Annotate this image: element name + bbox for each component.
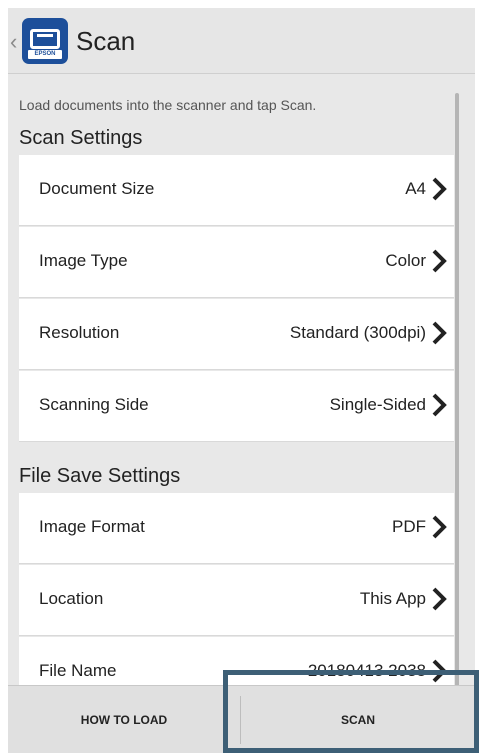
setting-value: This App xyxy=(359,589,426,608)
setting-label: Image Type xyxy=(39,251,128,270)
chevron-right-icon xyxy=(432,321,447,345)
settings-content: Load documents into the scanner and tap … xyxy=(8,75,475,685)
scan-screen: ‹ EPSON Scan Load documents into the sca… xyxy=(8,8,475,753)
chevron-right-icon xyxy=(432,177,447,201)
setting-value: PDF xyxy=(392,517,426,536)
setting-label: Resolution xyxy=(39,323,120,342)
setting-label: Location xyxy=(39,589,104,608)
scanner-icon xyxy=(30,29,60,49)
setting-row-resolution[interactable]: Resolution Standard (300dpi) xyxy=(19,299,454,370)
epson-scan-app-icon: EPSON xyxy=(22,18,68,64)
app-header: ‹ EPSON Scan xyxy=(8,8,475,74)
page-title: Scan xyxy=(76,26,136,56)
scan-button-highlight xyxy=(223,670,479,753)
file-save-settings-heading: File Save Settings xyxy=(19,465,181,487)
chevron-right-icon xyxy=(432,515,447,539)
setting-row-document-size[interactable]: Document Size A4 xyxy=(19,155,454,226)
setting-value: Standard (300dpi) xyxy=(289,323,426,342)
setting-row-location[interactable]: Location This App xyxy=(19,565,454,636)
scan-settings-heading: Scan Settings xyxy=(19,127,143,149)
setting-value: Single-Sided xyxy=(329,395,426,414)
setting-value: A4 xyxy=(405,179,426,198)
chevron-right-icon xyxy=(432,393,447,417)
setting-label: File Name xyxy=(39,661,117,680)
chevron-right-icon xyxy=(432,249,447,273)
setting-label: Document Size xyxy=(39,179,155,198)
scrollbar[interactable] xyxy=(455,93,459,685)
chevron-right-icon xyxy=(432,587,447,611)
setting-row-image-format[interactable]: Image Format PDF xyxy=(19,493,454,564)
instruction-text: Load documents into the scanner and tap … xyxy=(19,97,317,113)
app-icon-label: EPSON xyxy=(28,50,62,59)
setting-row-image-type[interactable]: Image Type Color xyxy=(19,227,454,298)
back-chevron-icon[interactable]: ‹ xyxy=(10,30,22,54)
setting-row-scanning-side[interactable]: Scanning Side Single-Sided xyxy=(19,371,454,442)
setting-label: Image Format xyxy=(39,517,145,536)
setting-label: Scanning Side xyxy=(39,395,149,414)
how-to-load-button[interactable]: HOW TO LOAD xyxy=(8,686,240,753)
setting-value: Color xyxy=(385,251,426,270)
